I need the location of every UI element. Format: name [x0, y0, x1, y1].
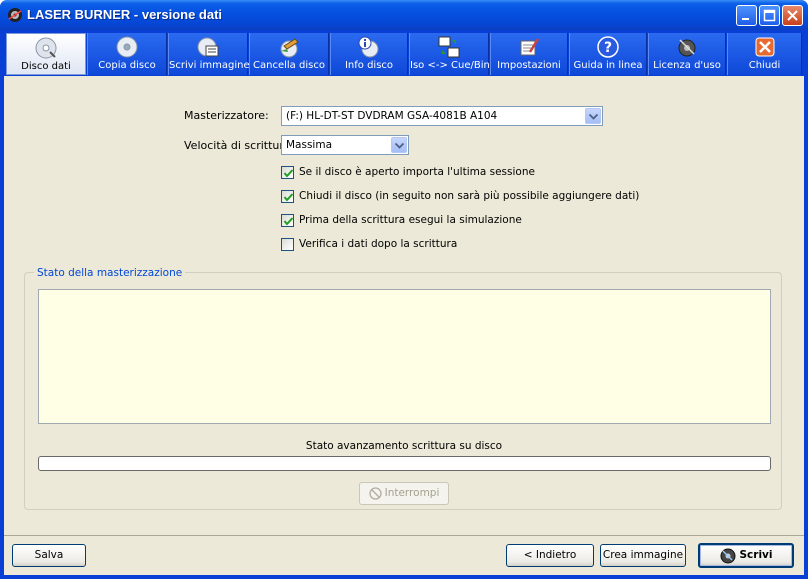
checkmark-icon: [283, 193, 294, 202]
chevron-down-icon: [395, 143, 404, 149]
toolbar-label: Iso <-> Cue/Bin: [410, 60, 490, 71]
license-icon: [678, 39, 696, 57]
main-panel: Masterizzatore: (F:) HL-DT-ST DVDRAM GSA…: [4, 76, 804, 535]
data-disc-icon: [35, 37, 57, 59]
create-image-label: Crea immagine: [602, 549, 684, 561]
toolbar-label: Scrivi immagine: [169, 60, 250, 71]
burner-label: Masterizzatore:: [184, 109, 269, 122]
app-window: LASER BURNER - versione dati Disco dati …: [0, 0, 808, 579]
interrupt-button[interactable]: Interrompi: [359, 482, 449, 505]
progress-label: Stato avanzamento scrittura su disco: [305, 440, 503, 452]
burner-dropdown-button[interactable]: [585, 108, 601, 124]
maximize-button[interactable]: [759, 5, 780, 26]
checkmark-icon: [283, 169, 294, 178]
back-label: < Indietro: [523, 549, 577, 561]
main-toolbar: Disco dati Copia disco Scrivi immagine C…: [4, 30, 804, 76]
toolbar-cancella-disco[interactable]: Cancella disco: [249, 33, 329, 75]
option-close-disc-checkbox[interactable]: [281, 190, 294, 203]
create-image-button[interactable]: Crea immagine: [600, 544, 686, 567]
toolbar-licenza-uso[interactable]: Licenza d'uso: [648, 33, 726, 75]
toolbar-copia-disco[interactable]: Copia disco: [87, 33, 167, 75]
burner-select-value: (F:) HL-DT-ST DVDRAM GSA-4081B A104: [286, 110, 498, 122]
toolbar-chiudi[interactable]: Chiudi: [727, 33, 802, 75]
toolbar-scrivi-immagine[interactable]: Scrivi immagine: [168, 33, 250, 75]
write-image-icon: [197, 37, 219, 57]
footer-bar: Salva < Indietro Crea immagine Scrivi: [4, 535, 804, 575]
app-logo-icon: [8, 8, 22, 22]
speed-select-value: Massima: [286, 139, 333, 151]
option-import-session-checkbox[interactable]: [281, 166, 294, 179]
help-icon: ?: [597, 36, 619, 58]
close-window-button[interactable]: [782, 5, 803, 26]
write-progress-bar: [38, 456, 771, 471]
option-verify-label: Verifica i dati dopo la scrittura: [299, 238, 458, 250]
toolbar-label: Info disco: [344, 60, 394, 71]
checkmark-icon: [283, 217, 294, 226]
erase-disc-icon: [280, 38, 299, 58]
toolbar-label: Impostazioni: [497, 60, 561, 71]
maximize-icon: [763, 9, 776, 22]
toolbar-label: Cancella disco: [253, 60, 325, 71]
option-verify-checkbox[interactable]: [281, 238, 294, 251]
title-bar[interactable]: LASER BURNER - versione dati: [0, 0, 808, 30]
option-simulation-label: Prima della scrittura esegui la simulazi…: [299, 214, 522, 226]
chevron-down-icon: [589, 114, 598, 120]
copy-disc-icon: [116, 36, 138, 58]
toolbar-label: Disco dati: [21, 61, 71, 72]
minimize-icon: [742, 18, 749, 20]
toolbar-label: Licenza d'uso: [653, 60, 721, 71]
burn-status-title: Stato della masterizzazione: [34, 267, 186, 279]
window-title: LASER BURNER - versione dati: [27, 7, 223, 22]
option-simulation-checkbox[interactable]: [281, 214, 294, 227]
toolbar-label: Copia disco: [98, 60, 156, 71]
toolbar-impostazioni[interactable]: Impostazioni: [490, 33, 568, 75]
settings-icon: [520, 38, 540, 56]
save-button[interactable]: Salva: [12, 544, 86, 567]
toolbar-iso-cue-bin[interactable]: Iso <-> Cue/Bin: [409, 33, 490, 75]
back-button[interactable]: < Indietro: [506, 544, 594, 567]
speed-dropdown-button[interactable]: [391, 137, 407, 153]
stop-icon: [369, 487, 382, 500]
write-button[interactable]: Scrivi: [698, 543, 794, 568]
save-label: Salva: [34, 549, 64, 561]
toolbar-disco-dati[interactable]: Disco dati: [6, 33, 86, 75]
toolbar-label: Guida in linea: [573, 60, 643, 71]
iso-convert-icon: [438, 36, 460, 58]
svg-text:?: ?: [604, 40, 612, 56]
disc-info-icon: [358, 36, 379, 58]
option-close-disc-label: Chiudi il disco (in seguito non sarà più…: [299, 190, 640, 202]
close-icon: [787, 10, 798, 21]
minimize-button[interactable]: [736, 5, 757, 26]
toolbar-label: Chiudi: [748, 60, 781, 71]
close-icon: [755, 37, 774, 57]
speed-select[interactable]: Massima: [281, 135, 409, 155]
burner-select[interactable]: (F:) HL-DT-ST DVDRAM GSA-4081B A104: [281, 106, 603, 126]
toolbar-info-disco[interactable]: Info disco: [330, 33, 408, 75]
burn-disc-icon: [720, 548, 736, 564]
toolbar-guida-in-linea[interactable]: ? Guida in linea: [569, 33, 647, 75]
speed-label: Velocità di scrittura:: [184, 139, 295, 152]
option-import-session-label: Se il disco è aperto importa l'ultima se…: [299, 166, 535, 178]
burn-log-area[interactable]: [38, 289, 771, 424]
